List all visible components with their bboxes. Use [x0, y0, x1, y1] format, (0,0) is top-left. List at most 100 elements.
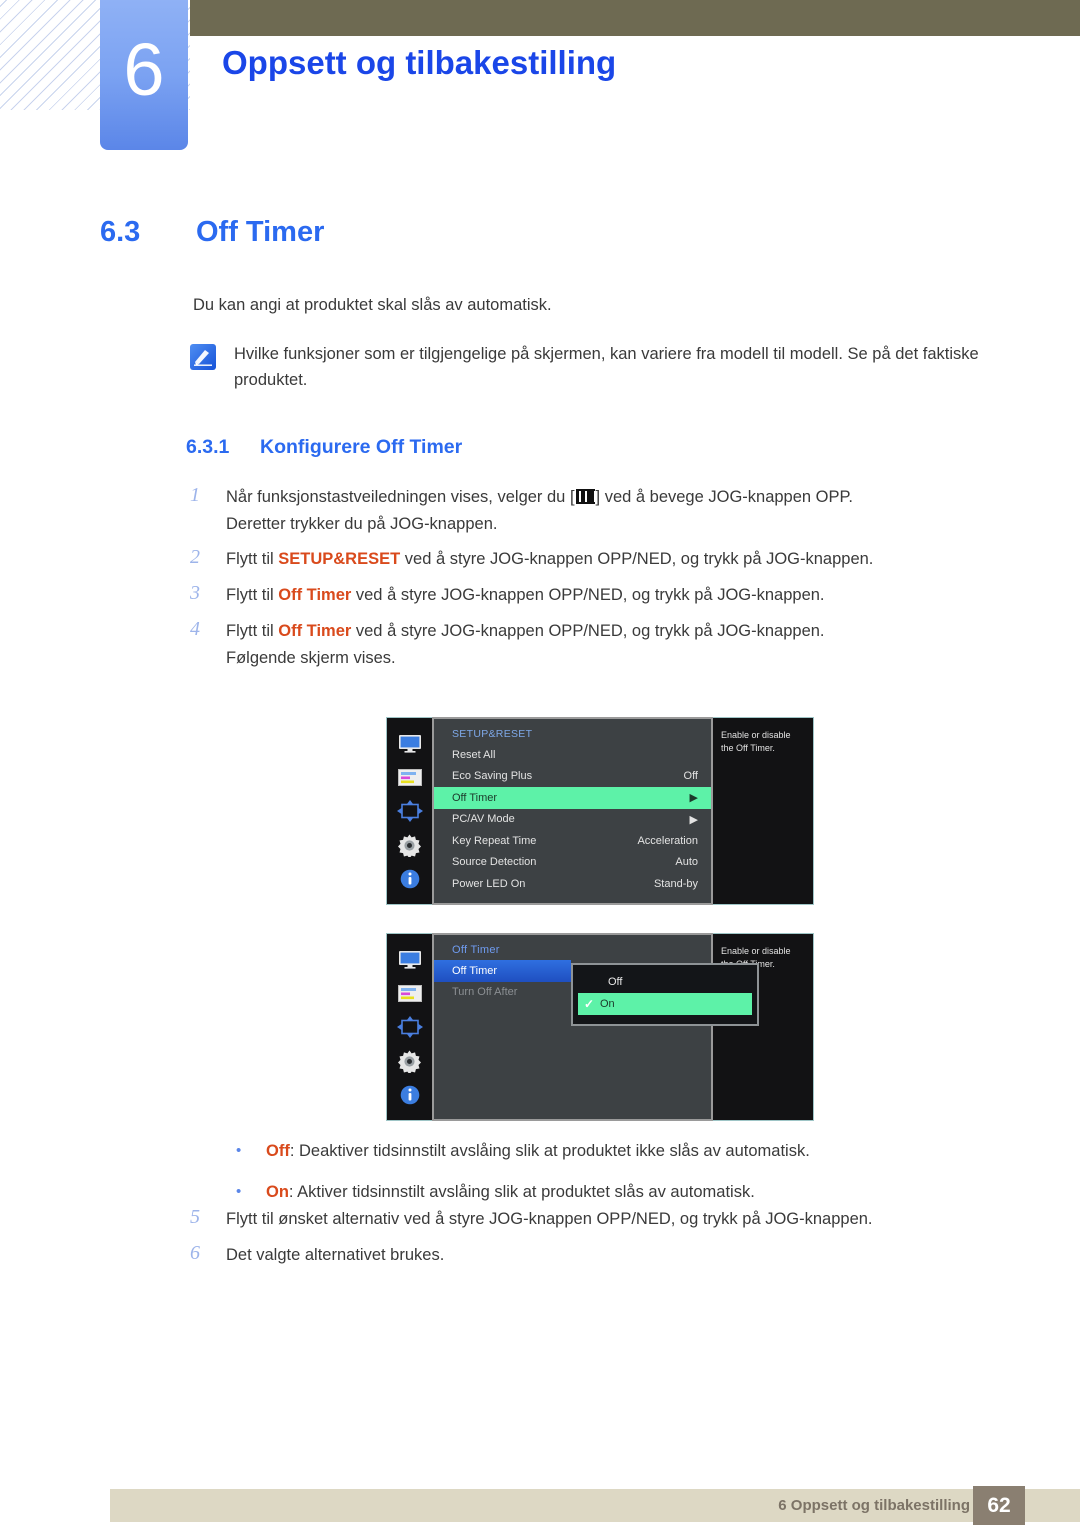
step-body: Flytt til SETUP&RESET ved å styre JOG-kn… [226, 546, 873, 573]
note-pen-icon [190, 344, 216, 370]
osd-row-label: Off Timer [452, 791, 498, 804]
osd-row-pc-av-mode[interactable]: PC/AV Mode ▶ [434, 809, 711, 831]
bullet-dot: • [236, 1183, 242, 1200]
dropdown-option-off[interactable]: Off [578, 971, 752, 993]
step-text-post: ved å styre JOG-knappen OPP/NED, og tryk… [400, 550, 874, 569]
osd-menu-body: SETUP&RESET Reset All Eco Saving Plus Of… [432, 717, 713, 905]
monitor-icon [397, 733, 423, 754]
osd-row-reset-all[interactable]: Reset All [434, 744, 711, 766]
page-number-badge: 62 [973, 1486, 1025, 1525]
osd-row-label: PC/AV Mode [452, 813, 515, 826]
four-way-arrows-icon [396, 800, 423, 822]
list-item: • Off: Deaktiver tidsinnstilt avslåing s… [236, 1142, 1036, 1161]
osd-screenshot-off-timer: Off Timer Off Timer Turn Off After Off ✓… [386, 933, 814, 1121]
color-sliders-icon [397, 767, 423, 788]
step-number: 5 [190, 1206, 200, 1228]
step-number: 4 [190, 617, 200, 640]
step-text-post: ved å styre JOG-knappen OPP/NED, og tryk… [351, 586, 825, 605]
list-item: 6 Det valgte alternativet brukes. [190, 1242, 1030, 1269]
subsection-title: Konfigurere Off Timer [260, 436, 463, 458]
list-item: 4 Flytt til Off Timer ved å styre JOG-kn… [190, 618, 1030, 671]
step-keyword: SETUP&RESET [278, 550, 401, 569]
menu-icon [575, 489, 596, 504]
osd-row-off-timer[interactable]: Off Timer [434, 960, 571, 982]
list-item: 5 Flytt til ønsket alternativ ved å styr… [190, 1206, 1030, 1233]
note-block: Hvilke funksjoner som er tilgjengelige p… [190, 342, 1020, 393]
step-continuation: Følgende skjerm vises. [226, 648, 396, 667]
steps-list: 1 Når funksjonstastveiledningen vises, v… [190, 484, 1030, 680]
chapter-title: Oppsett og tilbakestilling [222, 44, 617, 81]
osd-row-value: Acceleration [637, 834, 698, 847]
color-sliders-icon [397, 983, 423, 1004]
note-text: Hvilke funksjoner som er tilgjengelige p… [234, 345, 979, 389]
osd-row-off-timer[interactable]: Off Timer ▶ [434, 787, 711, 809]
osd-menu-title: Off Timer [452, 944, 500, 956]
section-title: Off Timer [196, 216, 325, 248]
osd-row-label: Reset All [452, 748, 496, 761]
dropdown-option-label: Off [608, 976, 623, 988]
list-item: 1 Når funksjonstastveiledningen vises, v… [190, 484, 1030, 537]
step-body: Når funksjonstastveiledningen vises, vel… [226, 484, 853, 537]
bullet-keyword: On [266, 1183, 289, 1201]
bullet-body: On: Aktiver tidsinnstilt avslåing slik a… [266, 1183, 755, 1202]
bullet-text: : Aktiver tidsinnstilt avslåing slik at … [288, 1183, 755, 1201]
step-number: 6 [190, 1241, 200, 1264]
dropdown-option-on[interactable]: ✓ On [578, 993, 752, 1015]
osd-row-label: Source Detection [452, 856, 537, 869]
osd-menu-title: SETUP&RESET [452, 728, 533, 740]
checkmark-icon: ✓ [583, 997, 595, 1011]
osd-dropdown-off-timer: Off ✓ On [571, 963, 759, 1026]
step-text-post: ] ved å bevege JOG-knappen OPP. [595, 488, 853, 506]
osd-row-label: Eco Saving Plus [452, 770, 533, 783]
osd-row-label: Off Timer [452, 964, 498, 977]
steps-list-continued: 5 Flytt til ønsket alternativ ved å styr… [190, 1206, 1030, 1277]
step-continuation: Deretter trykker du på JOG-knappen. [226, 514, 498, 533]
osd-icon-rail [386, 717, 433, 905]
subsection-number: 6.3.1 [186, 436, 230, 458]
list-item: • On: Aktiver tidsinnstilt avslåing slik… [236, 1183, 1036, 1202]
step-body: Flytt til ønsket alternativ ved å styre … [226, 1210, 873, 1228]
step-text-pre: Flytt til [226, 621, 279, 640]
osd-row-source-detection[interactable]: Source Detection Auto [434, 852, 711, 874]
step-body: Flytt til Off Timer ved å styre JOG-knap… [226, 618, 825, 671]
dropdown-option-label: On [600, 998, 615, 1010]
osd-row-label: Turn Off After [452, 986, 518, 999]
bullet-text: : Deaktiver tidsinnstilt avslåing slik a… [289, 1142, 810, 1160]
osd-row-label: Power LED On [452, 877, 526, 890]
osd-row-eco-saving-plus[interactable]: Eco Saving Plus Off [434, 766, 711, 788]
monitor-icon [397, 949, 423, 970]
osd-row-key-repeat-time[interactable]: Key Repeat Time Acceleration [434, 830, 711, 852]
osd-row-value: Stand-by [653, 877, 698, 890]
step-keyword: Off Timer [278, 621, 352, 640]
step-keyword: Off Timer [278, 586, 352, 605]
section-number: 6.3 [100, 216, 141, 248]
list-item: 2 Flytt til SETUP&RESET ved å styre JOG-… [190, 546, 1030, 573]
osd-icon-rail [386, 933, 433, 1121]
bullet-keyword: Off [266, 1142, 290, 1160]
osd-row-value: Auto [675, 856, 698, 869]
section-heading: 6.3 Off Timer [100, 216, 324, 249]
subsection-heading: 6.3.1 Konfigurere Off Timer [186, 436, 462, 459]
step-number: 1 [190, 484, 200, 506]
step-text-post: ved å styre JOG-knappen OPP/NED, og tryk… [351, 621, 825, 640]
osd-row-value: ▶ [689, 792, 698, 805]
info-icon [397, 1085, 423, 1106]
osd-row-power-led-on[interactable]: Power LED On Stand-by [434, 873, 711, 895]
step-number: 3 [190, 582, 200, 605]
four-way-arrows-icon [396, 1016, 423, 1038]
step-text-pre: Flytt til [226, 550, 279, 569]
osd-tooltip: Enable or disable the Off Timer. [711, 933, 814, 1121]
chapter-number: 6 [123, 28, 165, 111]
osd-tooltip: Enable or disable the Off Timer. [711, 717, 814, 905]
section-intro: Du kan angi at produktet skal slås av au… [193, 296, 552, 314]
step-number: 2 [190, 546, 200, 569]
info-icon [397, 869, 423, 890]
osd-screenshot-setup-reset: SETUP&RESET Reset All Eco Saving Plus Of… [386, 717, 814, 905]
header-olive-bar [190, 0, 1080, 36]
osd-row-value: ▶ [689, 813, 698, 826]
osd-row-label: Key Repeat Time [452, 834, 537, 847]
osd-menu-body: Off Timer Off Timer Turn Off After Off ✓… [432, 933, 759, 1121]
list-item: 3 Flytt til Off Timer ved å styre JOG-kn… [190, 582, 1030, 609]
chapter-tab: 6 [100, 0, 188, 150]
step-text-pre: Når funksjonstastveiledningen vises, vel… [226, 488, 575, 506]
